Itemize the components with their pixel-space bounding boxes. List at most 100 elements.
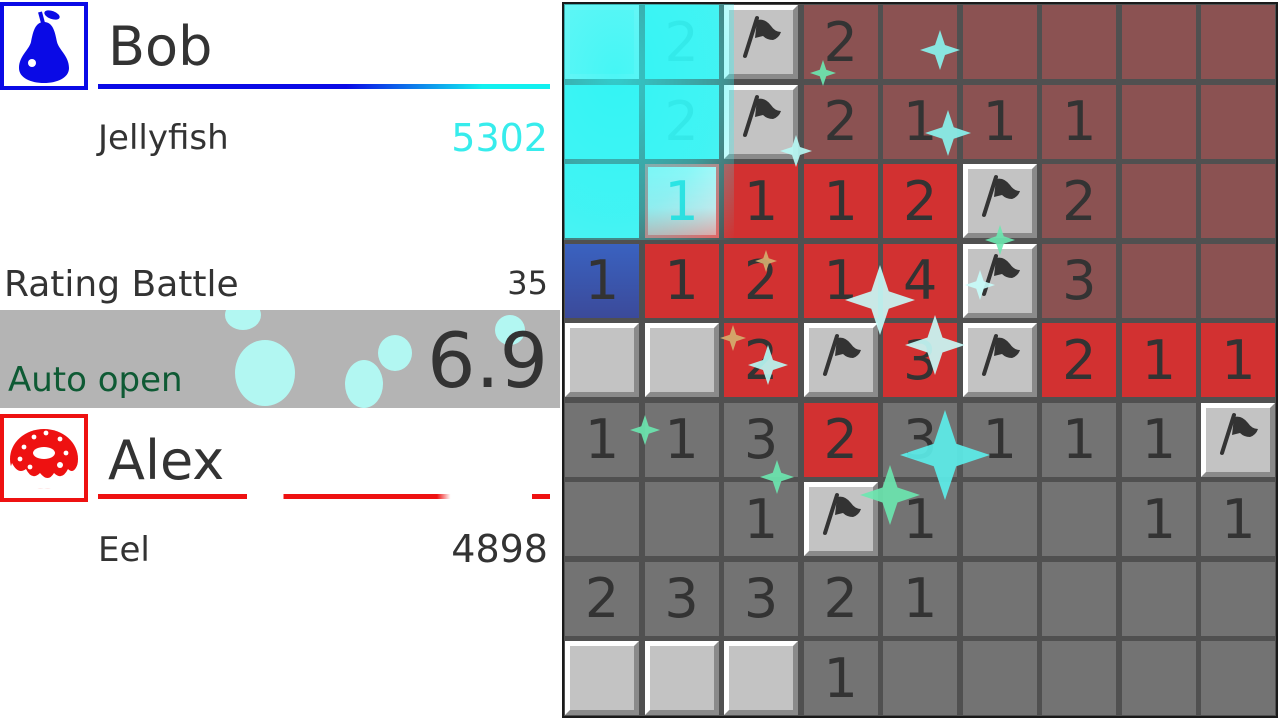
cell-flagged[interactable]: [803, 323, 878, 398]
cell-number[interactable]: 2: [644, 5, 719, 79]
cell-number[interactable]: 3: [1042, 243, 1117, 318]
cell-number[interactable]: 2: [1042, 323, 1117, 398]
cell-number[interactable]: 2: [883, 164, 958, 239]
cell-number[interactable]: 2: [724, 243, 799, 318]
cell-number[interactable]: 1: [565, 402, 639, 477]
cell-empty[interactable]: [565, 482, 639, 557]
cell-number-label: 2: [664, 90, 699, 154]
player2-title: Eel: [98, 530, 150, 570]
cell-number[interactable]: 2: [803, 402, 878, 477]
cell-covered[interactable]: [565, 323, 639, 398]
cell-empty[interactable]: [962, 482, 1037, 557]
cell-flagged[interactable]: [962, 164, 1037, 239]
cell-number[interactable]: 1: [1201, 482, 1276, 557]
player2-score: 4898: [451, 527, 548, 571]
cell-empty[interactable]: [1121, 243, 1196, 318]
cell-flagged[interactable]: [1201, 402, 1276, 477]
cell-number-label: 2: [823, 567, 858, 631]
player1-underline: [98, 84, 550, 89]
cell-covered[interactable]: [565, 641, 639, 716]
cell-number[interactable]: 1: [962, 84, 1037, 159]
cell-empty[interactable]: [565, 164, 639, 239]
cell-empty[interactable]: [1121, 561, 1196, 636]
minesweeper-board[interactable]: 2222111111221121432321111323111111123321…: [562, 2, 1278, 718]
cell-number[interactable]: 2: [644, 84, 719, 159]
cell-empty[interactable]: [1042, 641, 1117, 716]
cell-empty[interactable]: [644, 482, 719, 557]
auto-open-label: Auto open: [8, 360, 183, 400]
cell-number-label: 3: [903, 328, 938, 392]
players-panel: Bob Jellyfish 5302 Rating Battle 35 Auto…: [0, 0, 560, 720]
cell-empty[interactable]: [1121, 5, 1196, 79]
cell-number[interactable]: 4: [883, 243, 958, 318]
cell-empty[interactable]: [962, 561, 1037, 636]
cell-number[interactable]: 3: [724, 402, 799, 477]
cell-number[interactable]: 3: [724, 561, 799, 636]
cell-number-label: 2: [903, 169, 938, 233]
cell-number[interactable]: 2: [803, 5, 878, 79]
cell-covered[interactable]: [644, 641, 719, 716]
flag-icon: [974, 169, 1026, 234]
cell-number[interactable]: 1: [644, 243, 719, 318]
cell-number[interactable]: 1: [1201, 323, 1276, 398]
player1-name: Bob: [108, 15, 213, 78]
cell-number[interactable]: 1: [1121, 402, 1196, 477]
cell-number[interactable]: 1: [962, 402, 1037, 477]
cell-number[interactable]: 1: [803, 164, 878, 239]
donut-icon: [10, 429, 78, 489]
cell-empty[interactable]: [1042, 5, 1117, 79]
player2-name: Alex: [108, 429, 225, 492]
cell-empty[interactable]: [883, 5, 958, 79]
cell-flagged[interactable]: [724, 5, 799, 79]
cell-empty[interactable]: [962, 641, 1037, 716]
cell-empty[interactable]: [1201, 641, 1276, 716]
cell-number[interactable]: 1: [1042, 402, 1117, 477]
cell-empty[interactable]: [1201, 243, 1276, 318]
cell-flagged[interactable]: [962, 323, 1037, 398]
cell-number[interactable]: 1: [883, 561, 958, 636]
cell-empty[interactable]: [1201, 164, 1276, 239]
cell-number[interactable]: 1: [883, 84, 958, 159]
cell-number[interactable]: 2: [724, 323, 799, 398]
cell-empty[interactable]: [1042, 561, 1117, 636]
cell-empty[interactable]: [1121, 164, 1196, 239]
cell-empty[interactable]: [1121, 641, 1196, 716]
flag-icon: [974, 248, 1026, 313]
cell-number[interactable]: 1: [1042, 84, 1117, 159]
cell-number[interactable]: 1: [724, 164, 799, 239]
cell-number[interactable]: 3: [883, 323, 958, 398]
cell-number[interactable]: 1: [565, 243, 639, 318]
cell-flagged[interactable]: [724, 84, 799, 159]
cell-number[interactable]: 2: [803, 561, 878, 636]
cell-empty[interactable]: [1201, 561, 1276, 636]
cell-number[interactable]: 1: [883, 482, 958, 557]
cell-number[interactable]: 1: [724, 482, 799, 557]
cell-covered[interactable]: [724, 641, 799, 716]
cell-flagged[interactable]: [962, 243, 1037, 318]
cell-number[interactable]: 1: [644, 402, 719, 477]
cell-number-label: 2: [823, 10, 858, 74]
cell-empty[interactable]: [1201, 84, 1276, 159]
cell-empty[interactable]: [883, 641, 958, 716]
cell-number[interactable]: 1: [644, 164, 719, 239]
cell-empty[interactable]: [1201, 5, 1276, 79]
cell-number[interactable]: 1: [803, 641, 878, 716]
cell-covered[interactable]: [565, 5, 639, 79]
cell-number[interactable]: 1: [1121, 482, 1196, 557]
cell-number[interactable]: 1: [803, 243, 878, 318]
cell-number[interactable]: 3: [644, 561, 719, 636]
cell-empty[interactable]: [1121, 84, 1196, 159]
cell-empty[interactable]: [1042, 482, 1117, 557]
cell-number[interactable]: 2: [1042, 164, 1117, 239]
player2-underline: [98, 494, 550, 499]
cell-number[interactable]: 1: [1121, 323, 1196, 398]
pear-icon: [19, 10, 69, 83]
cell-covered[interactable]: [644, 323, 719, 398]
cell-flagged[interactable]: [803, 482, 878, 557]
cell-empty[interactable]: [962, 5, 1037, 79]
cell-number[interactable]: 2: [803, 84, 878, 159]
cell-number[interactable]: 3: [883, 402, 958, 477]
cell-number[interactable]: 2: [565, 561, 639, 636]
cell-number-label: 3: [664, 567, 699, 631]
cell-empty[interactable]: [565, 84, 639, 159]
